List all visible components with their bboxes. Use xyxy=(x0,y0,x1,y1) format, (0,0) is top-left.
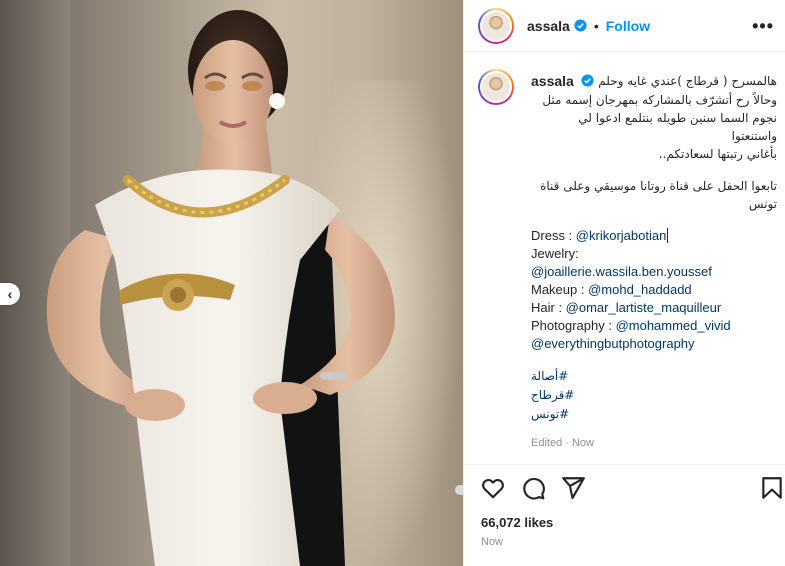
caption-username[interactable]: assala xyxy=(531,73,574,89)
caption-arabic-line: بأغاني رتبتها لسعادتكم.. xyxy=(658,147,777,161)
credit-dress: Dress : @krikorjabotian xyxy=(531,228,669,243)
hashtag-link[interactable]: #قرطاج xyxy=(531,386,777,405)
header-username[interactable]: assala xyxy=(527,18,570,34)
header-separator: • xyxy=(593,17,599,34)
verified-badge-icon xyxy=(574,19,587,32)
caption-arabic-line: هالمسرح ( قرطاج )عندي غايه وحلم xyxy=(598,74,777,88)
photo-figure xyxy=(46,10,395,566)
jewelry-handle-link[interactable]: @joaillerie.wassila.ben.youssef xyxy=(531,264,712,279)
photography-handle-link[interactable]: @mohammed_vivid xyxy=(616,318,731,333)
likes-count[interactable]: 66,072 likes xyxy=(481,515,553,530)
makeup-handle-link[interactable]: @mohd_haddadd xyxy=(588,282,692,297)
bookmark-icon[interactable] xyxy=(759,475,785,501)
more-options-icon[interactable]: ••• xyxy=(752,16,774,37)
credit-photography: Photography : @mohammed_vivid xyxy=(531,318,731,333)
dress-handle-link[interactable]: @krikorjabotian xyxy=(576,228,667,243)
hair-handle-link[interactable]: @omar_lartiste_maquilleur xyxy=(566,300,722,315)
caption-arabic-line: تونس xyxy=(748,197,777,211)
heart-icon[interactable] xyxy=(480,475,506,501)
share-icon[interactable] xyxy=(560,475,586,501)
caption: assala هالمسرح ( قرطاج )عندي غايه وحلم و… xyxy=(531,72,777,452)
post-side-panel: assala • Follow ••• assala هالمسرح ( قرط… xyxy=(463,0,785,566)
caption-avatar[interactable] xyxy=(478,69,514,105)
credit-jewelry-label: Jewelry: xyxy=(531,246,579,261)
caption-scroll-area[interactable]: assala هالمسرح ( قرطاج )عندي غايه وحلم و… xyxy=(464,53,785,463)
caption-first-line: assala هالمسرح ( قرطاج )عندي غايه وحلم xyxy=(531,72,777,91)
verified-badge-icon xyxy=(581,74,594,87)
carousel-next-edge xyxy=(455,485,463,495)
follow-button[interactable]: Follow xyxy=(606,18,650,34)
comment-icon[interactable] xyxy=(520,475,546,501)
caption-arabic-line: تابعوا الحفل على قناة روتانا موسيقي وعلى… xyxy=(540,179,777,193)
caption-arabic-line: وحالاً رح أتشرّف بالمشاركه بمهرجان إسمه … xyxy=(542,93,777,107)
photography-handle-link-2[interactable]: @everythingbutphotography xyxy=(531,336,695,351)
post-timestamp: Now xyxy=(481,536,504,548)
text-caret xyxy=(667,228,669,243)
hashtag-link[interactable]: #تونس xyxy=(531,405,777,424)
credit-hair: Hair : @omar_lartiste_maquilleur xyxy=(531,300,722,315)
credit-makeup: Makeup : @mohd_haddadd xyxy=(531,282,692,297)
caption-arabic-line: نجوم السما سنين طويله بنتلمع ادعوا لي وا… xyxy=(578,111,777,143)
action-bar xyxy=(464,464,785,508)
hashtag-link[interactable]: #أصالة xyxy=(531,367,777,386)
edited-timestamp: Edited · Now xyxy=(531,437,594,449)
post-photo[interactable]: ‹ xyxy=(0,0,463,566)
avatar[interactable] xyxy=(478,7,514,44)
post-header: assala • Follow ••• xyxy=(464,0,785,52)
chevron-left-icon: ‹ xyxy=(7,286,13,302)
